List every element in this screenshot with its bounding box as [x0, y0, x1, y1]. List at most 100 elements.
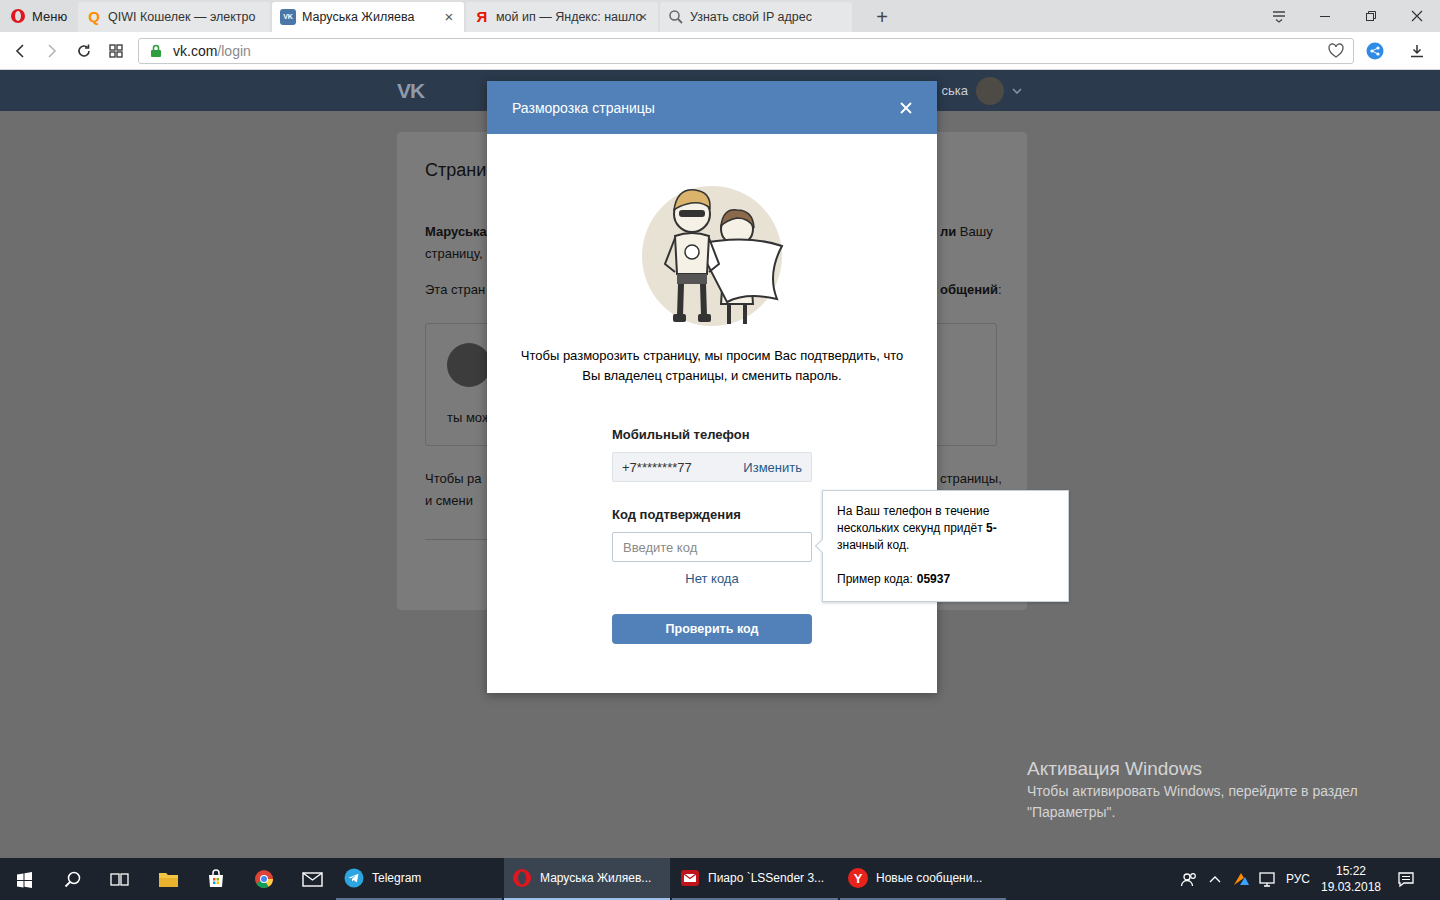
action-center-button[interactable] — [1386, 858, 1426, 900]
minimize-button[interactable] — [1302, 0, 1348, 32]
speed-dial-button[interactable] — [101, 36, 131, 66]
tab-close-button[interactable]: × — [636, 9, 650, 25]
line-left: Эта стран — [425, 279, 487, 301]
code-example: Пример кода:05937 — [837, 571, 1056, 588]
taskbar-window[interactable]: Маруська Жиляев... — [504, 858, 670, 900]
tray-app-button[interactable] — [1228, 858, 1254, 900]
superhero-illustration-icon — [637, 174, 787, 334]
browser-tab[interactable]: Узнать свой IP адрес — [660, 2, 852, 32]
dialog-body: Чтобы разморозить страницу, мы просим Ва… — [487, 134, 937, 693]
browser-tab[interactable]: VK Маруська Жиляева × — [272, 2, 464, 32]
system-tray: РУС15:2219.03.2018 — [1176, 858, 1440, 900]
clock[interactable]: 15:2219.03.2018 — [1316, 863, 1386, 895]
tab-label[interactable]: Узнать свой IP адрес — [690, 10, 824, 24]
pinned-task-view-button[interactable] — [96, 858, 144, 900]
phone-label: Мобильный телефон — [612, 427, 812, 443]
forward-button[interactable] — [37, 36, 67, 66]
pinned-explorer-button[interactable] — [144, 858, 192, 900]
no-code-link[interactable]: Нет кода — [612, 571, 812, 587]
search-icon — [64, 871, 81, 888]
line-right: страницы, — [940, 468, 1002, 490]
address-bar: vk.com/login — [0, 32, 1440, 70]
opera-icon — [512, 868, 532, 888]
user-avatar[interactable] — [976, 77, 1004, 105]
heart-icon[interactable] — [1327, 42, 1345, 59]
network-icon — [1258, 871, 1276, 888]
text-segment: нескольких секунд придёт — [837, 521, 986, 535]
activation-watermark: Активация WindowsЧтобы активировать Wind… — [1027, 757, 1358, 823]
text-segment: : — [998, 282, 1002, 297]
close-window-icon — [1411, 10, 1423, 22]
url-host[interactable]: vk.com — [173, 43, 217, 59]
download-button[interactable] — [1396, 36, 1438, 66]
change-phone-link[interactable]: Изменить — [743, 460, 802, 475]
tray-chevron-button[interactable] — [1202, 858, 1228, 900]
pinned-store-button[interactable] — [192, 858, 240, 900]
people-icon — [1180, 871, 1198, 887]
line-right — [940, 243, 997, 265]
pinned-chrome-button[interactable] — [240, 858, 288, 900]
line-left: страницу, — [425, 243, 487, 265]
url[interactable]: vk.com/login — [173, 43, 251, 59]
store-icon — [206, 869, 226, 889]
taskbar-window[interactable]: Telegram — [336, 858, 502, 900]
taskbar-window[interactable]: YНовые сообщени... — [840, 858, 1006, 900]
check-code-button[interactable]: Проверить код — [612, 614, 812, 644]
back-button[interactable] — [5, 36, 35, 66]
tooltip-line: нескольких секунд придёт 5- — [837, 520, 1056, 537]
yandex-favicon-icon: Я — [474, 9, 490, 25]
text-segment: Маруська — [425, 224, 487, 239]
notification-icon — [1397, 871, 1415, 888]
user-menu[interactable]: ська — [942, 77, 1022, 105]
reload-icon — [76, 43, 92, 59]
address-field[interactable]: vk.com/login — [138, 38, 1354, 64]
menu-label[interactable]: Меню — [32, 9, 67, 24]
reload-button[interactable] — [69, 36, 99, 66]
message-avatar — [447, 343, 491, 387]
pinned-mail-button[interactable] — [288, 858, 336, 900]
speed-dial-icon — [108, 43, 124, 59]
text-segment: общений — [940, 282, 998, 297]
dialog-text: Чтобы разморозить страницу, мы просим Ва… — [521, 346, 903, 386]
tab-label[interactable]: Маруська Жиляева — [302, 10, 436, 24]
code-hint-tooltip: На Ваш телефон в течениенескольких секун… — [822, 490, 1069, 602]
browser-tab[interactable]: Ямой ип — Яндекс: нашло × — [466, 2, 658, 32]
taskbar-window[interactable]: Пиаро `LSSender 3... — [672, 858, 838, 900]
input-language[interactable]: РУС — [1280, 872, 1316, 886]
close-window-button[interactable] — [1394, 0, 1440, 32]
window-label[interactable]: Маруська Жиляев... — [540, 871, 651, 885]
url-path[interactable]: /login — [217, 43, 250, 59]
text-segment: Эта стран — [425, 282, 485, 297]
menu-button[interactable]: Меню — [0, 0, 78, 32]
tab-label[interactable]: QIWI Кошелек — электро — [108, 10, 242, 24]
text-segment: и смени — [425, 493, 473, 508]
tab-close-button[interactable]: × — [442, 9, 456, 25]
example-label: Пример кода: — [837, 571, 913, 588]
window-label[interactable]: Пиаро `LSSender 3... — [708, 871, 824, 885]
tray-network-button[interactable] — [1254, 858, 1280, 900]
stash-button[interactable] — [1256, 0, 1302, 32]
dialog-title: Разморозка страницы — [512, 100, 655, 116]
magnifier-icon — [668, 9, 684, 25]
vk-logo[interactable]: VK — [397, 79, 424, 103]
window-label[interactable]: Telegram — [372, 871, 421, 885]
pinned-start-button[interactable] — [0, 858, 48, 900]
tray-people-button[interactable] — [1176, 858, 1202, 900]
clock-date[interactable]: 19.03.2018 — [1321, 879, 1381, 895]
close-icon[interactable] — [899, 101, 913, 115]
browser-tab[interactable]: Q QIWI Кошелек — электро — [78, 2, 270, 32]
share-button[interactable] — [1354, 36, 1396, 66]
user-name[interactable]: ська — [942, 83, 968, 98]
qiwi-favicon-icon: Q — [86, 9, 102, 25]
minimize-icon — [1319, 10, 1331, 22]
window-label[interactable]: Новые сообщени... — [876, 871, 982, 885]
pinned-search-button[interactable] — [48, 858, 96, 900]
tab-label[interactable]: мой ип — Яндекс: нашло — [496, 10, 630, 24]
mail-icon — [302, 869, 323, 889]
vk-favicon-icon: VK — [280, 9, 296, 25]
back-icon — [12, 43, 28, 59]
clock-time[interactable]: 15:22 — [1336, 863, 1366, 879]
new-tab-button[interactable]: + — [867, 2, 897, 32]
restore-button[interactable] — [1348, 0, 1394, 32]
code-input[interactable] — [612, 532, 812, 562]
